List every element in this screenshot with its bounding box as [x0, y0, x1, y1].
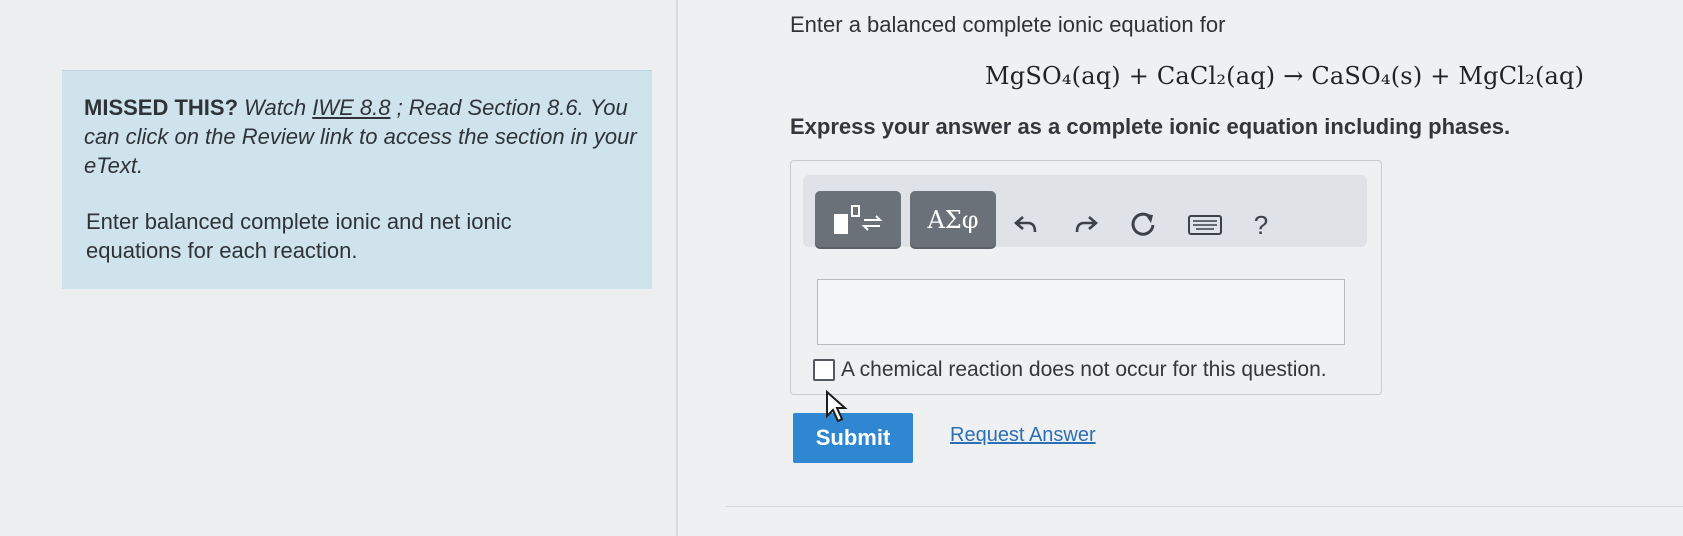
no-reaction-label: A chemical reaction does not occur for t… — [841, 358, 1327, 381]
question-prompt: Enter a balanced complete ionic equation… — [790, 12, 1226, 37]
request-answer-link[interactable]: Request Answer — [950, 424, 1096, 447]
no-reaction-option[interactable]: A chemical reaction does not occur for t… — [813, 358, 1327, 382]
symbols-button[interactable]: ΑΣφ — [910, 191, 996, 249]
answer-panel: ΑΣφ ? A chemical reaction does not occur… — [790, 160, 1382, 395]
undo-icon — [1014, 216, 1037, 233]
hint-instruction: Enter balanced complete ionic and net io… — [86, 209, 512, 263]
left-pane: MISSED THIS? Watch IWE 8.8 ; Read Sectio… — [0, 0, 676, 536]
submit-button[interactable]: Submit — [793, 413, 913, 463]
hint-text: MISSED THIS? Watch IWE 8.8 ; Read Sectio… — [84, 93, 644, 180]
mouse-cursor-icon — [825, 389, 849, 429]
answer-input[interactable] — [817, 279, 1345, 345]
read-section-text: ; Read Section 8.6. — [396, 95, 584, 120]
hint-box: MISSED THIS? Watch IWE 8.8 ; Read Sectio… — [62, 70, 652, 289]
no-reaction-checkbox[interactable] — [813, 359, 835, 381]
templates-button[interactable] — [815, 191, 901, 249]
pane-divider — [676, 0, 678, 536]
templates-icon — [834, 205, 883, 234]
reset-button[interactable] — [1123, 205, 1163, 245]
missed-this-label: MISSED THIS? — [84, 95, 239, 120]
reset-icon — [1131, 212, 1155, 236]
chemical-equation: MgSO₄(aq) + CaCl₂(aq) → CaSO₄(s) + MgCl₂… — [985, 62, 1585, 90]
bottom-divider — [725, 506, 1683, 507]
undo-button[interactable] — [1007, 205, 1047, 245]
help-button[interactable]: ? — [1241, 205, 1281, 245]
redo-icon — [1075, 216, 1098, 233]
keyboard-button[interactable] — [1185, 205, 1225, 245]
redo-button[interactable] — [1065, 205, 1105, 245]
equation-toolbar: ΑΣφ ? — [803, 175, 1367, 249]
answer-instruction: Express your answer as a complete ionic … — [790, 114, 1511, 139]
watch-text: Watch — [244, 95, 313, 120]
iwe-link[interactable]: IWE 8.8 — [312, 95, 390, 120]
keyboard-icon — [1188, 215, 1222, 235]
